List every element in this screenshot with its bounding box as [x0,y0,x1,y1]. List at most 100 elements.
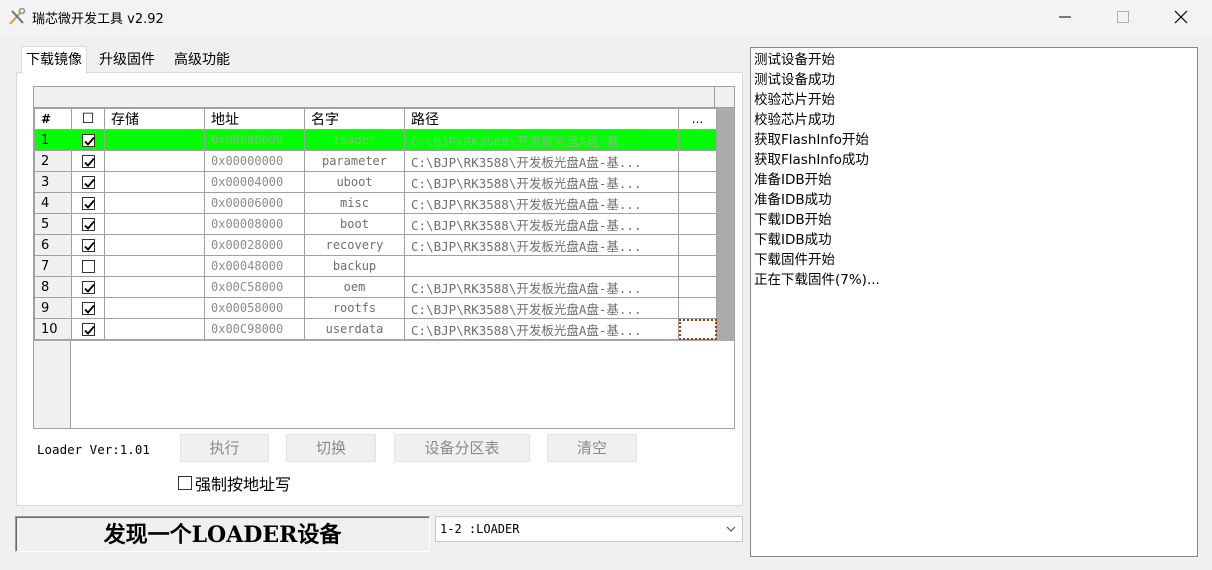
table-row[interactable]: 5 0x00008000 boot C:\BJP\RK3588\开发板光盘A盘-基..… [34,213,717,235]
row-name[interactable]: uboot [304,171,405,193]
row-name[interactable]: boot [304,213,405,235]
row-address[interactable]: 0x00058000 [204,297,305,319]
checkbox-unchecked[interactable] [178,476,192,490]
close-button[interactable] [1152,0,1210,34]
checkbox-checked[interactable] [81,176,95,189]
row-path[interactable]: C:\BJP\RK3588\开发板光盘A盘-基... [404,297,679,319]
table-row[interactable]: 6 0x00028000 recovery C:\BJP\RK3588\开发板光盘A盘… [34,234,717,256]
row-path[interactable]: C:\BJP\RK3588\开发板光盘A盘-基... [404,171,679,193]
row-path[interactable]: C:\BJP\RK3588\开发板光盘A盘-基... [404,318,679,340]
log-panel[interactable]: 测试设备开始 测试设备成功 校验芯片开始 校验芯片成功 获取FlashInfo开始 获取F… [750,47,1198,557]
row-path[interactable]: C:\BJP\RK3588\开发板光盘A盘-基... [404,213,679,235]
row-address[interactable]: 0x00006000 [204,192,305,214]
row-address[interactable]: 0x00004000 [204,171,305,193]
row-browse-button[interactable] [678,276,717,298]
checkbox-checked[interactable] [81,197,95,210]
table-row[interactable]: 8 0x00C58000 oem C:\BJP\RK3588\开发板光盘A盘-基... [34,276,717,298]
table-row[interactable]: 10 0x00C98000 userdata C:\BJP\RK3588\开发板光盘A… [34,318,717,340]
checkbox-checked[interactable] [81,218,95,231]
row-address[interactable]: 0x00000000 [204,129,305,151]
row-checkbox[interactable] [71,234,105,256]
row-name[interactable]: loader [304,129,405,151]
row-path[interactable]: C:\BJP\RK3588\开发板光盘A盘-基... [404,150,679,172]
row-browse-button[interactable] [678,318,717,340]
row-address[interactable]: 0x00048000 [204,255,305,277]
switch-button[interactable]: 切换 [286,434,376,462]
partition-table-button[interactable]: 设备分区表 [394,434,530,462]
row-checkbox[interactable] [71,318,105,340]
row-address[interactable]: 0x00008000 [204,213,305,235]
image-grid[interactable]: # ☐ 存储 地址 名字 路径 ... 1 0x00000000 loader C:\… [33,86,735,429]
row-checkbox[interactable] [71,129,105,151]
checkmark-icon [83,178,95,188]
row-storage[interactable] [104,234,205,256]
row-path[interactable]: C:\BJP\RK3588\开发板光盘A盘-基... [404,276,679,298]
checkbox-checked[interactable] [81,281,95,294]
row-name[interactable]: misc [304,192,405,214]
row-storage[interactable] [104,150,205,172]
checkbox-checked[interactable] [81,323,95,336]
checkbox-checked[interactable] [81,134,95,147]
row-name[interactable]: oem [304,276,405,298]
row-path[interactable]: C:\BJP\RK3588\开发板光盘A盘-基... [404,192,679,214]
tab-upgrade-firmware[interactable]: 升级固件 [95,48,159,72]
row-path[interactable]: C:\BJP\RK3588\开发板光盘A盘-基... [404,234,679,256]
row-browse-button[interactable] [678,192,717,214]
row-storage[interactable] [104,276,205,298]
row-storage[interactable] [104,297,205,319]
row-browse-button[interactable] [678,171,717,193]
row-checkbox[interactable] [71,150,105,172]
row-checkbox[interactable] [71,297,105,319]
table-row[interactable]: 1 0x00000000 loader C:\BJP\RK3588\开发板光盘A盘-基… [34,129,717,151]
tab-advanced[interactable]: 高级功能 [170,48,234,72]
row-address[interactable]: 0x00C98000 [204,318,305,340]
row-name[interactable]: userdata [304,318,405,340]
row-browse-button[interactable] [678,213,717,235]
row-checkbox[interactable] [71,276,105,298]
execute-button[interactable]: 执行 [180,434,269,462]
maximize-button[interactable] [1094,0,1152,34]
minimize-button[interactable] [1036,0,1094,34]
table-row[interactable]: 4 0x00006000 misc C:\BJP\RK3588\开发板光盘A盘-基..… [34,192,717,214]
row-checkbox[interactable] [71,171,105,193]
row-path[interactable] [404,255,679,277]
row-checkbox[interactable] [71,213,105,235]
close-icon [1174,10,1188,24]
row-name[interactable]: rootfs [304,297,405,319]
force-address-write-checkbox[interactable]: 强制按地址写 [178,471,291,495]
row-browse-button[interactable] [678,297,717,319]
row-storage[interactable] [104,213,205,235]
row-checkbox[interactable] [71,192,105,214]
row-browse-button[interactable] [678,255,717,277]
row-checkbox[interactable] [71,255,105,277]
row-address[interactable]: 0x00028000 [204,234,305,256]
clear-button[interactable]: 清空 [547,434,637,462]
grid-empty-area [34,341,734,428]
table-row[interactable]: 3 0x00004000 uboot C:\BJP\RK3588\开发板光盘A盘-基.… [34,171,717,193]
checkbox-checked[interactable] [81,155,95,168]
checkmark-icon [83,283,95,293]
checkbox-unchecked[interactable] [81,260,95,273]
row-name[interactable]: backup [304,255,405,277]
device-select[interactable]: 1-2 :LOADER [435,516,743,542]
row-storage[interactable] [104,171,205,193]
row-storage[interactable] [104,129,205,151]
row-storage[interactable] [104,318,205,340]
table-row[interactable]: 9 0x00058000 rootfs C:\BJP\RK3588\开发板光盘A盘-基… [34,297,717,319]
table-row[interactable]: 2 0x00000000 parameter C:\BJP\RK3588\开发板光盘A… [34,150,717,172]
tab-download-image[interactable]: 下载镜像 [21,46,87,74]
col-check-header[interactable]: ☐ [71,108,105,130]
row-storage[interactable] [104,192,205,214]
row-browse-button[interactable] [678,150,717,172]
row-name[interactable]: recovery [304,234,405,256]
checkbox-checked[interactable] [81,239,95,252]
table-row[interactable]: 7 0x00048000 backup [34,255,717,277]
row-browse-button[interactable] [678,234,717,256]
row-name[interactable]: parameter [304,150,405,172]
checkbox-checked[interactable] [81,302,95,315]
row-address[interactable]: 0x00000000 [204,150,305,172]
row-path[interactable]: C:\BJP\RK3588\开发板光盘A盘-基... [404,129,679,151]
row-address[interactable]: 0x00C58000 [204,276,305,298]
row-browse-button[interactable] [678,129,717,151]
row-storage[interactable] [104,255,205,277]
